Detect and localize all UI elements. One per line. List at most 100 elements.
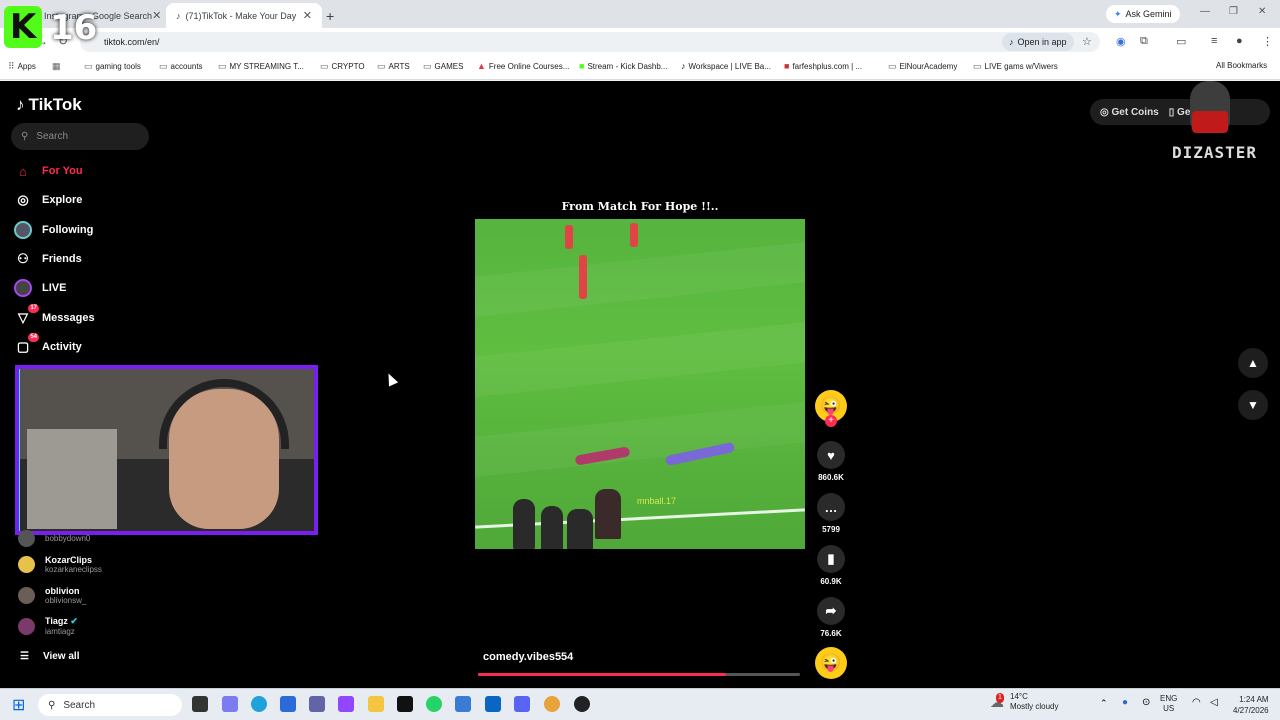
search-icon: ⚲	[48, 699, 56, 711]
comment-button[interactable]: … 5799	[815, 493, 847, 534]
send-icon: ▽ 17	[18, 304, 39, 325]
get-coins-button[interactable]: ◎ Get Coins	[1100, 107, 1159, 118]
account-item[interactable]: oblivion oblivionsw_	[18, 586, 86, 605]
store-icon[interactable]	[280, 696, 296, 712]
video-progress-bar[interactable]	[478, 673, 800, 676]
nav-following[interactable]: Following	[14, 219, 93, 241]
kick-logo-icon: K	[4, 6, 42, 48]
share-icon: ➦	[817, 597, 845, 625]
account-name: Tiagz ✔	[45, 616, 78, 627]
bookmark-folder[interactable]: ▭ ARTS	[377, 61, 410, 72]
taskbar-search[interactable]: ⚲ Search	[38, 694, 182, 716]
bookmark-all[interactable]: All Bookmarks	[1216, 61, 1267, 70]
copilot-icon[interactable]	[222, 696, 238, 712]
video-author[interactable]: comedy.vibes554	[483, 651, 573, 663]
new-tab-button[interactable]: +	[326, 3, 346, 28]
bookmark-link[interactable]: ♪ Workspace | LIVE Ba...	[681, 61, 771, 71]
nav-activity[interactable]: ▢ 54 Activity	[14, 333, 82, 358]
like-button[interactable]: ♥ 860.6K	[815, 441, 847, 482]
follow-plus-icon[interactable]: +	[825, 415, 837, 427]
video-player[interactable]: mnball.17	[475, 219, 805, 549]
nav-for-you[interactable]: ⌂ For You	[14, 160, 82, 182]
spectator-figure	[595, 489, 621, 539]
account-item[interactable]: bobbydown0	[18, 530, 90, 547]
nav-live[interactable]: LIVE	[14, 277, 66, 299]
previous-video-button[interactable]: ▲	[1238, 348, 1268, 378]
bookmark-folder[interactable]: ▭ MY STREAMING T...	[218, 61, 304, 72]
volume-icon[interactable]: ◁	[1210, 697, 1218, 708]
star-icon[interactable]: ☆	[1082, 35, 1092, 48]
sidepanel-icon[interactable]: ▭	[1176, 35, 1186, 48]
window-close-icon[interactable]: ✕	[1258, 6, 1266, 17]
whatsapp-icon[interactable]	[426, 696, 442, 712]
tiktok-app: ♪ TikTok ⚲ Search ⌂ For You ◎ Explore Fo…	[0, 81, 1280, 688]
bookmark-folder[interactable]: ▭ gaming tools	[84, 61, 141, 72]
windows-start-icon[interactable]: ⊞	[12, 695, 25, 715]
tab-tiktok[interactable]: ♪ (71)TikTok - Make Your Day ✕	[166, 3, 322, 28]
ask-gemini-button[interactable]: ✦ Ask Gemini	[1106, 5, 1180, 23]
view-all-label: View all	[42, 651, 80, 662]
next-video-button[interactable]: ▼	[1238, 390, 1268, 420]
ask-gemini-label: Ask Gemini	[1125, 9, 1172, 19]
teams-icon[interactable]	[309, 696, 325, 712]
x-icon[interactable]	[397, 696, 413, 712]
url-field[interactable]: tiktok.com/en/	[80, 32, 1100, 52]
menu-icon[interactable]: ⋮	[1262, 35, 1273, 48]
bookmark-link[interactable]: ■ farfeshplus.com | ...	[784, 61, 862, 71]
audio-icon[interactable]: ◉	[1116, 35, 1126, 48]
language-indicator[interactable]: ENG US	[1160, 694, 1177, 714]
close-icon[interactable]: ✕	[303, 9, 312, 22]
media-icon[interactable]: ≡	[1211, 35, 1217, 47]
nav-label: Activity	[42, 341, 82, 353]
location-icon[interactable]: ⊙	[1142, 697, 1150, 708]
profile-icon[interactable]: ●	[1236, 35, 1243, 47]
nav-messages[interactable]: ▽ 17 Messages	[14, 304, 95, 329]
bookmark-folder[interactable]: ▭ LIVE gams w/Viwers	[973, 61, 1058, 72]
app-icon[interactable]	[455, 696, 471, 712]
save-button[interactable]: ▮ 60.9K	[815, 545, 847, 586]
maximize-icon[interactable]: ❐	[1229, 6, 1238, 17]
tray-chevron-icon[interactable]: ⌃	[1100, 698, 1108, 709]
folder-icon: ▭	[218, 61, 227, 71]
bookmark-apps[interactable]: ⠿ Apps	[8, 61, 36, 72]
bookmark-folder[interactable]: ▭ accounts	[159, 61, 203, 72]
extensions-icon[interactable]: ⧉	[1140, 35, 1148, 48]
close-icon[interactable]: ✕	[152, 9, 161, 22]
file-explorer-icon[interactable]	[368, 696, 384, 712]
bookmark-folder[interactable]: ▭ ElNourAcademy	[888, 61, 957, 72]
twitch-icon[interactable]	[338, 696, 354, 712]
bookmark-link[interactable]: ■ Stream - Kick Dashb...	[579, 61, 667, 71]
task-view-icon[interactable]	[192, 696, 208, 712]
edge-icon[interactable]	[251, 696, 267, 712]
linkedin-icon[interactable]	[485, 696, 501, 712]
obs-icon[interactable]	[574, 696, 590, 712]
clock[interactable]: 1:24 AM 4/27/2026	[1233, 694, 1269, 716]
bookmark-label: GAMES	[434, 62, 464, 71]
sound-disc[interactable]: 😜	[815, 647, 847, 679]
tiktok-note-icon: ♪	[16, 95, 25, 114]
account-item[interactable]: Tiagz ✔ iamtiagz	[18, 616, 78, 636]
weather-widget[interactable]: ☁1 14°C Mostly cloudy	[990, 692, 1058, 712]
share-button[interactable]: ➦ 76.6K	[815, 597, 847, 638]
nav-explore[interactable]: ◎ Explore	[14, 189, 82, 211]
search-input[interactable]: ⚲ Search	[11, 123, 149, 150]
region: US	[1163, 704, 1175, 713]
streamer-logo-text: DIZASTER	[1172, 143, 1258, 162]
url-text: tiktok.com/en/	[104, 37, 160, 47]
bookmark-link[interactable]: ▲ Free Online Courses...	[477, 61, 569, 71]
courses-icon: ▲	[477, 61, 486, 71]
chrome-icon[interactable]	[544, 696, 560, 712]
bookmark-grid[interactable]: ▦	[52, 61, 61, 72]
tiktok-logo[interactable]: ♪ TikTok	[16, 95, 82, 115]
wifi-icon[interactable]: ◠	[1192, 697, 1201, 708]
view-all-button[interactable]: ☰ View all	[20, 651, 79, 662]
nav-friends[interactable]: ⚇ Friends	[14, 248, 82, 270]
account-item[interactable]: KozarClips kozarkaneclipss	[18, 555, 102, 574]
open-in-app-button[interactable]: ♪ Open in app	[1002, 33, 1074, 51]
bookmark-folder[interactable]: ▭ CRYPTO	[320, 61, 365, 72]
comment-icon: …	[817, 493, 845, 521]
minimize-icon[interactable]: —	[1200, 6, 1210, 17]
bookmark-folder[interactable]: ▭ GAMES	[423, 61, 463, 72]
discord-icon[interactable]	[514, 696, 530, 712]
microphone-icon[interactable]: ●	[1122, 697, 1128, 708]
